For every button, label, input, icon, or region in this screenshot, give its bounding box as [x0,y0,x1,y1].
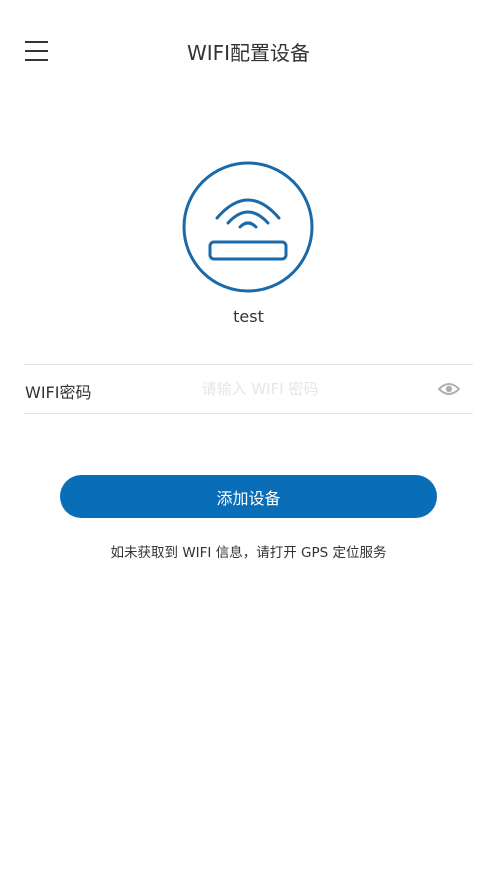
gps-hint-text: 如未获取到 WIFI 信息，请打开 GPS 定位服务 [110,545,387,561]
divider [24,413,473,414]
page-title: WIFI配置设备 [186,41,311,65]
divider [24,364,473,365]
device-name: test [233,307,264,326]
wifi-password-input[interactable] [160,374,360,404]
wifi-router-icon [182,161,314,293]
add-device-button[interactable]: 添加设备 [60,475,437,518]
eye-icon[interactable] [438,380,460,398]
wifi-password-label: WIFI密码 [25,383,92,402]
